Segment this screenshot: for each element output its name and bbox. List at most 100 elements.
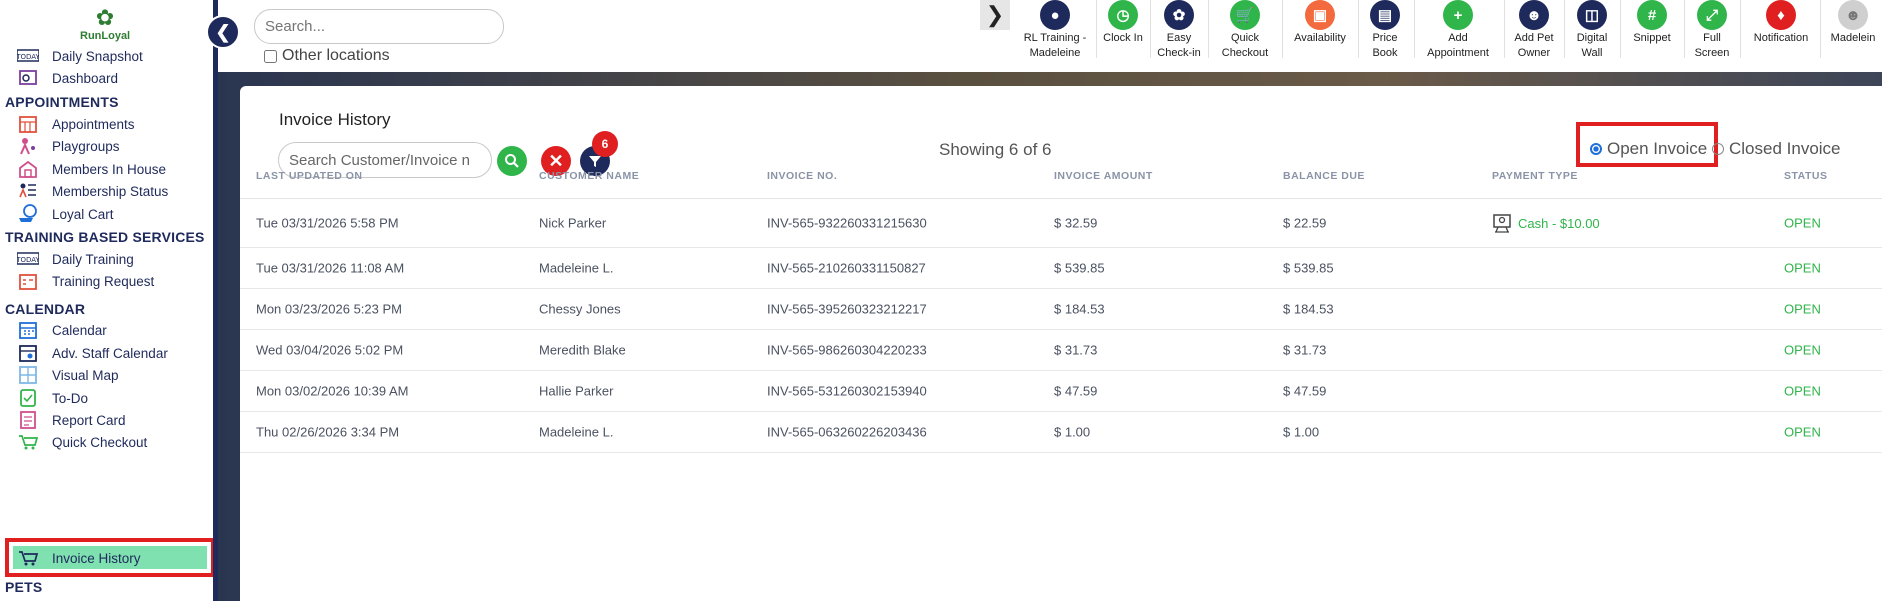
cell-invoice-no[interactable]: INV-565-210260331150827 — [767, 261, 926, 276]
add-user-icon: ☻ — [1519, 0, 1549, 30]
monitor-icon: ◫ — [1577, 0, 1607, 30]
paw-icon: ✿ — [1164, 0, 1194, 30]
column-header-last-updated[interactable]: LAST UPDATED ON — [256, 170, 362, 182]
table-row[interactable]: Mon 03/23/2026 5:23 PM Chessy Jones INV-… — [240, 289, 1882, 330]
runloyal-logo[interactable]: ✿ RunLoyal — [80, 6, 131, 43]
column-header-balance-due[interactable]: BALANCE DUE — [1283, 170, 1365, 182]
toolbar-notification[interactable]: ♦ Notification — [1744, 0, 1818, 46]
toolbar-expand-button[interactable]: ❯ — [980, 0, 1010, 30]
cell-customer-name[interactable]: Meredith Blake — [539, 343, 626, 358]
table-row[interactable]: Tue 03/31/2026 5:58 PM Nick Parker INV-5… — [240, 199, 1882, 248]
toolbar-label: Notification — [1753, 32, 1809, 44]
table-row[interactable]: Tue 03/31/2026 11:08 AM Madeleine L. INV… — [240, 248, 1882, 289]
toolbar-clock-in[interactable]: ◷ Clock In — [1102, 0, 1144, 46]
toolbar-quick-checkout[interactable]: 🛒 Quick Checkout — [1212, 0, 1278, 61]
sidebar-item-label: Members In House — [52, 161, 167, 177]
sidebar-item-appointments[interactable]: Appointments — [16, 112, 135, 136]
cell-customer-name[interactable]: Nick Parker — [539, 216, 606, 231]
column-header-invoice-amount[interactable]: INVOICE AMOUNT — [1054, 170, 1153, 182]
invoice-history-icon — [16, 548, 40, 568]
column-header-customer-name[interactable]: CUSTOMER NAME — [539, 170, 639, 182]
column-header-payment-type[interactable]: PAYMENT TYPE — [1492, 170, 1578, 182]
cell-status: OPEN — [1784, 215, 1821, 231]
sidebar-item-label: Playgroups — [52, 138, 120, 154]
toolbar-label: RL Training - Madeleine — [1023, 32, 1087, 59]
sidebar-item-playgroups[interactable]: Playgroups — [16, 134, 120, 158]
closed-invoice-radio[interactable]: Closed Invoice — [1712, 139, 1841, 159]
toolbar-snippet[interactable]: # Snippet — [1624, 0, 1680, 46]
brand-name: RunLoyal — [80, 30, 131, 42]
cell-invoice-no[interactable]: INV-565-531260302153940 — [767, 384, 927, 399]
sidebar-item-daily-snapshot[interactable]: TODAY Daily Snapshot — [16, 44, 143, 68]
toolbar-digital-wall[interactable]: ◫ Digital Wall — [1568, 0, 1616, 61]
cell-customer-name[interactable]: Madeleine L. — [539, 261, 613, 276]
open-invoice-radio[interactable]: Open Invoice — [1590, 139, 1707, 159]
sidebar-item-quick-checkout[interactable]: Quick Checkout — [16, 430, 147, 454]
sidebar-item-label: Membership Status — [52, 183, 169, 199]
sidebar-item-label: Calendar — [52, 322, 107, 338]
cell-last-updated: Mon 03/23/2026 5:23 PM — [256, 301, 402, 317]
toolbar-label: Easy Check-in — [1157, 32, 1201, 59]
payment-label: Cash - $10.00 — [1518, 215, 1600, 231]
sidebar-item-report-card[interactable]: Report Card — [16, 408, 126, 432]
table-row[interactable]: Mon 03/02/2026 10:39 AM Hallie Parker IN… — [240, 371, 1882, 412]
today-icon: TODAY — [16, 249, 40, 269]
toolbar-easy-check-in[interactable]: ✿ Easy Check-in — [1156, 0, 1202, 61]
toolbar-divider — [1620, 0, 1621, 58]
other-locations-label: Other locations — [282, 47, 390, 64]
toolbar-divider — [1564, 0, 1565, 58]
toolbar-add-appointment[interactable]: + Add Appointment — [1418, 0, 1498, 61]
toolbar-price-book[interactable]: ▤ Price Book — [1362, 0, 1408, 61]
cell-invoice-no[interactable]: INV-565-932260331215630 — [767, 216, 927, 231]
toolbar-rl-training[interactable]: ● RL Training - Madeleine — [1020, 0, 1090, 61]
sidebar-item-calendar[interactable]: Calendar — [16, 318, 107, 342]
sidebar-item-label: Daily Training — [52, 251, 134, 267]
sidebar-item-label: Daily Snapshot — [52, 48, 143, 64]
sidebar-item-visual-map[interactable]: Visual Map — [16, 363, 119, 387]
toolbar-user-menu[interactable]: ☻ Madelein — [1824, 0, 1882, 46]
sidebar-item-invoice-history[interactable]: Invoice History — [16, 546, 141, 570]
other-locations-check[interactable] — [264, 49, 277, 63]
cell-invoice-no[interactable]: INV-565-395260323212217 — [767, 302, 927, 317]
today-icon: TODAY — [16, 46, 40, 66]
invoice-history-panel: Invoice History Search Customer/Invoice … — [240, 86, 1882, 601]
sidebar-item-to-do[interactable]: To-Do — [16, 386, 88, 410]
sidebar-item-membership-status[interactable]: Membership Status — [16, 179, 168, 203]
sidebar-item-label: Adv. Staff Calendar — [52, 345, 168, 361]
toolbar-full-screen[interactable]: ⤢ Full Screen — [1688, 0, 1736, 61]
toolbar-divider — [1504, 0, 1505, 58]
toolbar-availability[interactable]: ▣ Availability — [1286, 0, 1354, 46]
sidebar-item-loyal-cart[interactable]: Loyal Cart — [16, 202, 114, 226]
sidebar-item-members-in-house[interactable]: Members In House — [16, 157, 166, 181]
cell-invoice-no[interactable]: INV-565-063260226203436 — [767, 425, 927, 440]
cell-invoice-amount: $ 31.73 — [1054, 342, 1098, 358]
toolbar-divider — [1282, 0, 1283, 58]
report-card-icon — [16, 410, 40, 430]
sidebar-item-daily-training[interactable]: TODAY Daily Training — [16, 247, 134, 271]
table-row[interactable]: Thu 02/26/2026 3:34 PM Madeleine L. INV-… — [240, 412, 1882, 453]
cell-customer-name[interactable]: Hallie Parker — [539, 384, 613, 399]
global-search-input[interactable] — [254, 9, 504, 44]
toolbar-divider — [1096, 0, 1097, 58]
sidebar-item-dashboard[interactable]: Dashboard — [16, 66, 118, 90]
location-pin-icon: ● — [1040, 0, 1070, 30]
membership-icon — [16, 181, 40, 201]
table-row[interactable]: Wed 03/04/2026 5:02 PM Meredith Blake IN… — [240, 330, 1882, 371]
column-header-invoice-no[interactable]: INVOICE NO. — [767, 170, 837, 182]
other-locations-checkbox[interactable]: Other locations — [264, 47, 390, 65]
cell-balance-due: $ 539.85 — [1283, 260, 1334, 276]
cell-balance-due: $ 47.59 — [1283, 383, 1327, 399]
sidebar-item-adv-staff-calendar[interactable]: Adv. Staff Calendar — [16, 341, 168, 365]
cell-customer-name[interactable]: Madeleine L. — [539, 425, 613, 440]
toolbar-add-pet-owner[interactable]: ☻ Add Pet Owner — [1508, 0, 1560, 61]
column-header-status[interactable]: STATUS — [1784, 170, 1827, 182]
radio-unselected-icon — [1712, 143, 1724, 155]
collapse-sidebar-button[interactable]: ❮ — [206, 15, 240, 49]
cell-customer-name[interactable]: Chessy Jones — [539, 302, 621, 317]
sidebar-item-training-request[interactable]: Training Request — [16, 269, 154, 293]
chevron-left-icon: ❮ — [215, 21, 231, 42]
toolbar-divider — [1150, 0, 1151, 58]
cell-invoice-no[interactable]: INV-565-986260304220233 — [767, 343, 927, 358]
toolbar-label: Snippet — [1633, 32, 1671, 44]
book-icon: ▤ — [1370, 0, 1400, 30]
